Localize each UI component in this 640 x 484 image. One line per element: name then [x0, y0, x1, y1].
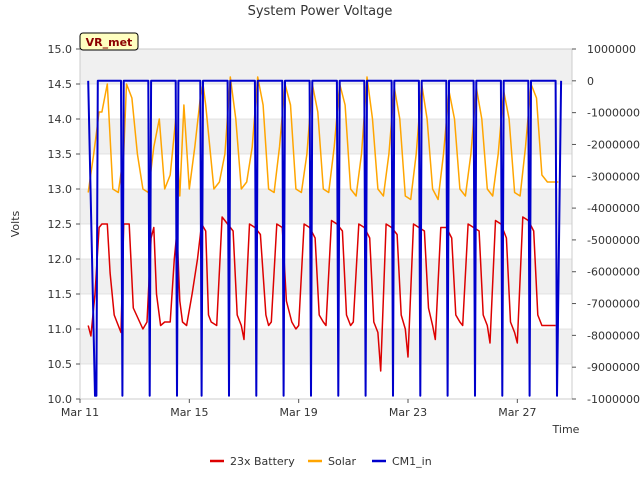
x-tick-label: Mar 15: [170, 406, 208, 419]
y2-tick-label: -3000000: [587, 170, 640, 183]
x-tick-label: Mar 19: [280, 406, 318, 419]
y2-tick-label: -7000000: [587, 298, 640, 311]
y2-tick-label: -9000000: [587, 361, 640, 374]
y-tick-label: 14.0: [48, 113, 73, 126]
y-tick-label: 12.0: [48, 253, 73, 266]
legend-item-cm1-in: CM1_in: [372, 455, 432, 468]
chart-container: System Power Voltage 10.0 10.5 11.0 11.5 12.…: [0, 0, 640, 480]
x-tick-label: Mar 11: [61, 406, 99, 419]
vr-met-badge-label: VR_met: [86, 36, 133, 49]
y-tick-label: 14.5: [48, 78, 73, 91]
chart-title: System Power Voltage: [248, 4, 393, 19]
x-tick-label: Mar 27: [498, 406, 536, 419]
grid-band: [80, 329, 572, 364]
y-tick-label: 15.0: [48, 43, 73, 56]
y2-tick-label: 0: [587, 75, 594, 88]
y-tick-label: 11.5: [48, 288, 73, 301]
legend: 23x Battery Solar CM1_in: [210, 455, 432, 468]
y-tick-label: 13.0: [48, 183, 73, 196]
y2-tick-label: -1000000: [587, 107, 640, 120]
y-axis-label: Volts: [9, 210, 22, 237]
x-tick-label: Mar 23: [389, 406, 427, 419]
legend-label: 23x Battery: [230, 455, 295, 468]
legend-label: Solar: [328, 455, 357, 468]
y2-tick-label: -4000000: [587, 202, 640, 215]
legend-label: CM1_in: [392, 455, 432, 468]
grid-band: [80, 259, 572, 294]
y2-tick-label: -6000000: [587, 266, 640, 279]
y-tick-label: 10.0: [48, 393, 73, 406]
x-axis-label: Time: [552, 423, 580, 436]
y-tick-label: 13.5: [48, 148, 73, 161]
y-tick-label: 12.5: [48, 218, 73, 231]
grid-band: [80, 49, 572, 84]
legend-item-23x-battery: 23x Battery: [210, 455, 295, 468]
y-tick-label: 11.0: [48, 323, 73, 336]
vr-met-badge: VR_met: [80, 33, 138, 50]
y2-tick-label: -8000000: [587, 329, 640, 342]
chart-svg: System Power Voltage 10.0 10.5 11.0 11.5 12.…: [0, 0, 640, 480]
legend-item-solar: Solar: [308, 455, 357, 468]
grid-band: [80, 189, 572, 224]
y2-tick-label: -2000000: [587, 138, 640, 151]
y-tick-label: 10.5: [48, 358, 73, 371]
y2-tick-label: -5000000: [587, 234, 640, 247]
y2-tick-label: 1000000: [587, 43, 636, 56]
y2-tick-label: -10000000: [587, 393, 640, 406]
